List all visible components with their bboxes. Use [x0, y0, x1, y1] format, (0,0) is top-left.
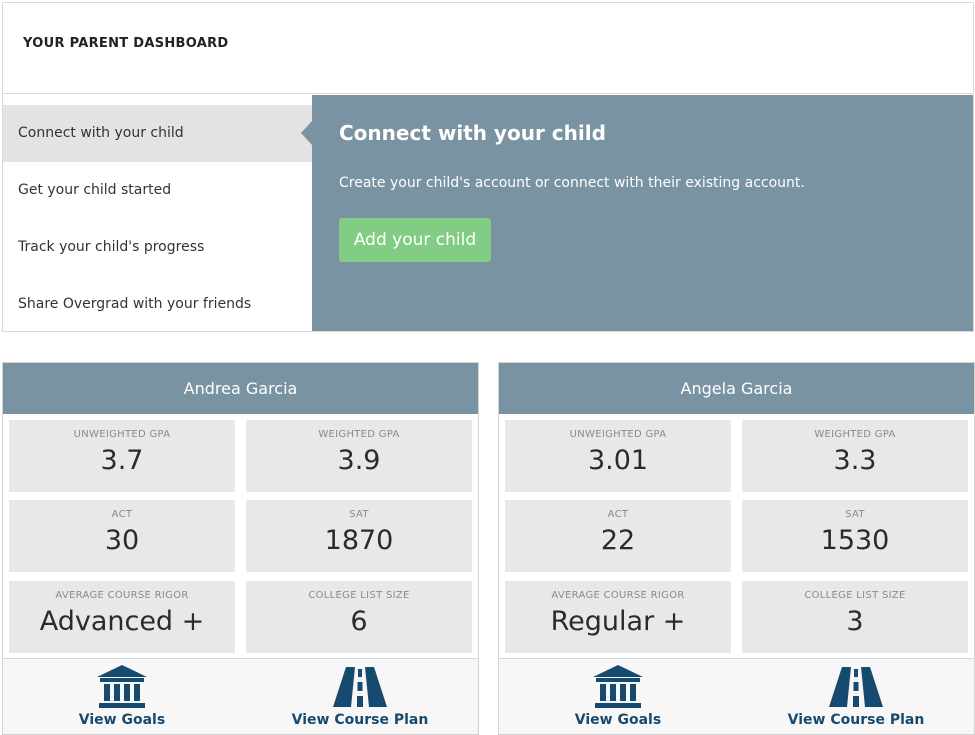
stat-college-list-size: COLLEGE LIST SIZE 6 [246, 581, 472, 653]
nav-item-share[interactable]: Share Overgrad with your friends [3, 276, 312, 333]
stat-act: ACT 22 [505, 500, 731, 572]
view-course-plan-button[interactable]: View Course Plan [737, 659, 975, 735]
panel-title: Connect with your child [339, 121, 606, 145]
road-icon [829, 667, 883, 707]
stat-unweighted-gpa: UNWEIGHTED GPA 3.01 [505, 420, 731, 492]
student-name: Angela Garcia [499, 363, 974, 414]
panel-pointer-arrow [301, 121, 312, 145]
stat-label: AVERAGE COURSE RIGOR [55, 590, 189, 601]
stat-sat: SAT 1530 [742, 500, 968, 572]
page-title: YOUR PARENT DASHBOARD [23, 36, 229, 51]
stat-value: 1530 [820, 525, 890, 556]
stat-value: 1870 [324, 525, 394, 556]
stat-value: 3.9 [337, 445, 381, 476]
panel-description: Create your child's account or connect w… [339, 175, 805, 191]
stat-value: 3 [846, 606, 864, 637]
stat-label: SAT [349, 509, 369, 520]
nav-item-track-progress[interactable]: Track your child's progress [3, 219, 312, 276]
stat-label: AVERAGE COURSE RIGOR [551, 590, 685, 601]
stat-label: COLLEGE LIST SIZE [804, 590, 906, 601]
stat-course-rigor: AVERAGE COURSE RIGOR Regular + [505, 581, 731, 653]
institution-icon [97, 665, 147, 708]
stat-weighted-gpa: WEIGHTED GPA 3.3 [742, 420, 968, 492]
view-goals-button[interactable]: View Goals [499, 659, 737, 735]
stat-label: COLLEGE LIST SIZE [308, 590, 410, 601]
stat-act: ACT 30 [9, 500, 235, 572]
stat-label: WEIGHTED GPA [814, 429, 896, 440]
add-child-button[interactable]: Add your child [339, 218, 491, 262]
student-actions: View Goals View Course Plan [3, 658, 478, 734]
nav-item-get-started[interactable]: Get your child started [3, 162, 312, 219]
stat-value: 3.7 [100, 445, 144, 476]
stat-course-rigor: AVERAGE COURSE RIGOR Advanced + [9, 581, 235, 653]
stat-label: SAT [845, 509, 865, 520]
stat-unweighted-gpa: UNWEIGHTED GPA 3.7 [9, 420, 235, 492]
stat-value: 22 [600, 525, 636, 556]
stat-weighted-gpa: WEIGHTED GPA 3.9 [246, 420, 472, 492]
view-course-plan-label: View Course Plan [787, 712, 925, 728]
stat-college-list-size: COLLEGE LIST SIZE 3 [742, 581, 968, 653]
parent-dashboard: YOUR PARENT DASHBOARD Connect with your … [2, 2, 974, 332]
stat-label: ACT [607, 509, 629, 520]
stat-sat: SAT 1870 [246, 500, 472, 572]
student-card: Andrea Garcia UNWEIGHTED GPA 3.7 WEIGHTE… [2, 362, 479, 735]
dashboard-nav: Connect with your child Get your child s… [3, 105, 312, 333]
stat-label: WEIGHTED GPA [318, 429, 400, 440]
student-actions: View Goals View Course Plan [499, 658, 974, 734]
view-course-plan-button[interactable]: View Course Plan [241, 659, 479, 735]
stat-value: 3.3 [833, 445, 877, 476]
view-goals-label: View Goals [574, 712, 662, 728]
stat-label: UNWEIGHTED GPA [73, 429, 171, 440]
student-name: Andrea Garcia [3, 363, 478, 414]
stat-label: ACT [111, 509, 133, 520]
view-course-plan-label: View Course Plan [291, 712, 429, 728]
student-card: Angela Garcia UNWEIGHTED GPA 3.01 WEIGHT… [498, 362, 975, 735]
view-goals-button[interactable]: View Goals [3, 659, 241, 735]
stat-value: 3.01 [587, 445, 649, 476]
stat-value: 6 [350, 606, 368, 637]
dashboard-header: YOUR PARENT DASHBOARD [3, 3, 973, 94]
stat-value: Regular + [550, 606, 686, 637]
stat-value: Advanced + [39, 606, 205, 637]
stat-value: 30 [104, 525, 140, 556]
institution-icon [593, 665, 643, 708]
road-icon [333, 667, 387, 707]
nav-item-connect[interactable]: Connect with your child [3, 105, 312, 162]
connect-panel: Connect with your child Create your chil… [301, 95, 973, 331]
view-goals-label: View Goals [78, 712, 166, 728]
stat-label: UNWEIGHTED GPA [569, 429, 667, 440]
